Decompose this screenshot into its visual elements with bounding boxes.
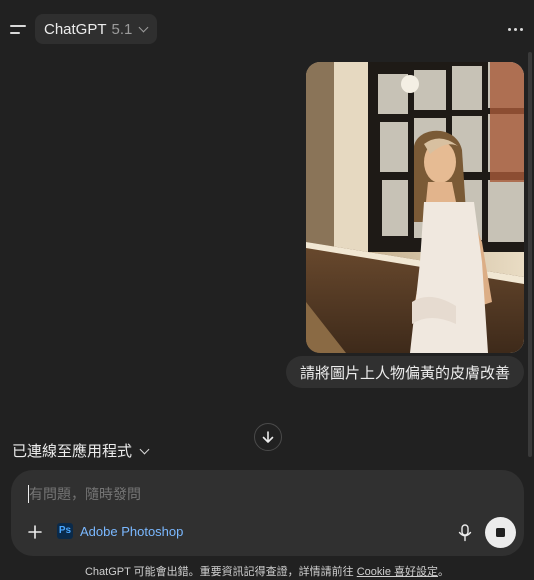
microphone-button[interactable] <box>457 524 473 542</box>
microphone-icon <box>458 524 472 542</box>
scroll-to-bottom-button[interactable] <box>254 423 282 451</box>
plus-icon <box>28 525 42 539</box>
more-options-icon[interactable] <box>506 20 524 38</box>
disclaimer-text: ChatGPT 可能會出錯。重要資訊記得查證，詳情請前往 <box>84 566 357 578</box>
photoshop-icon: Ps <box>57 523 73 539</box>
stop-generating-button[interactable] <box>485 517 516 548</box>
arrow-down-icon <box>262 431 274 443</box>
uploaded-image[interactable] <box>306 62 524 353</box>
photoshop-app-chip[interactable]: Ps Adobe Photoshop <box>57 523 183 539</box>
scrollbar[interactable] <box>528 52 532 457</box>
sidebar-toggle-icon[interactable] <box>10 20 30 38</box>
chevron-down-icon <box>138 22 149 33</box>
model-name: ChatGPT <box>44 20 107 38</box>
photoshop-label: Adobe Photoshop <box>80 523 184 539</box>
prompt-input[interactable] <box>11 470 524 502</box>
disclaimer-suffix: 。 <box>438 566 450 578</box>
model-version: 5.1 <box>111 20 133 38</box>
photo-illustration <box>306 62 524 353</box>
stop-icon <box>496 528 505 537</box>
model-selector-button[interactable]: ChatGPT 5.1 <box>35 14 158 44</box>
user-message-bubble: 請將圖片上人物偏黃的皮膚改善 <box>285 356 524 388</box>
disclaimer-footer: ChatGPT 可能會出錯。重要資訊記得查證，詳情請前往 Cookie 喜好設定… <box>0 563 534 579</box>
add-attachment-button[interactable] <box>26 523 44 541</box>
connected-apps-dropdown[interactable]: 已連線至應用程式 <box>12 440 150 461</box>
text-caret <box>28 485 29 503</box>
connected-apps-label: 已連線至應用程式 <box>12 443 133 460</box>
chevron-down-icon <box>139 444 150 454</box>
user-message-text: 請將圖片上人物偏黃的皮膚改善 <box>299 364 510 382</box>
cookie-preferences-link[interactable]: Cookie 喜好設定 <box>357 566 438 578</box>
